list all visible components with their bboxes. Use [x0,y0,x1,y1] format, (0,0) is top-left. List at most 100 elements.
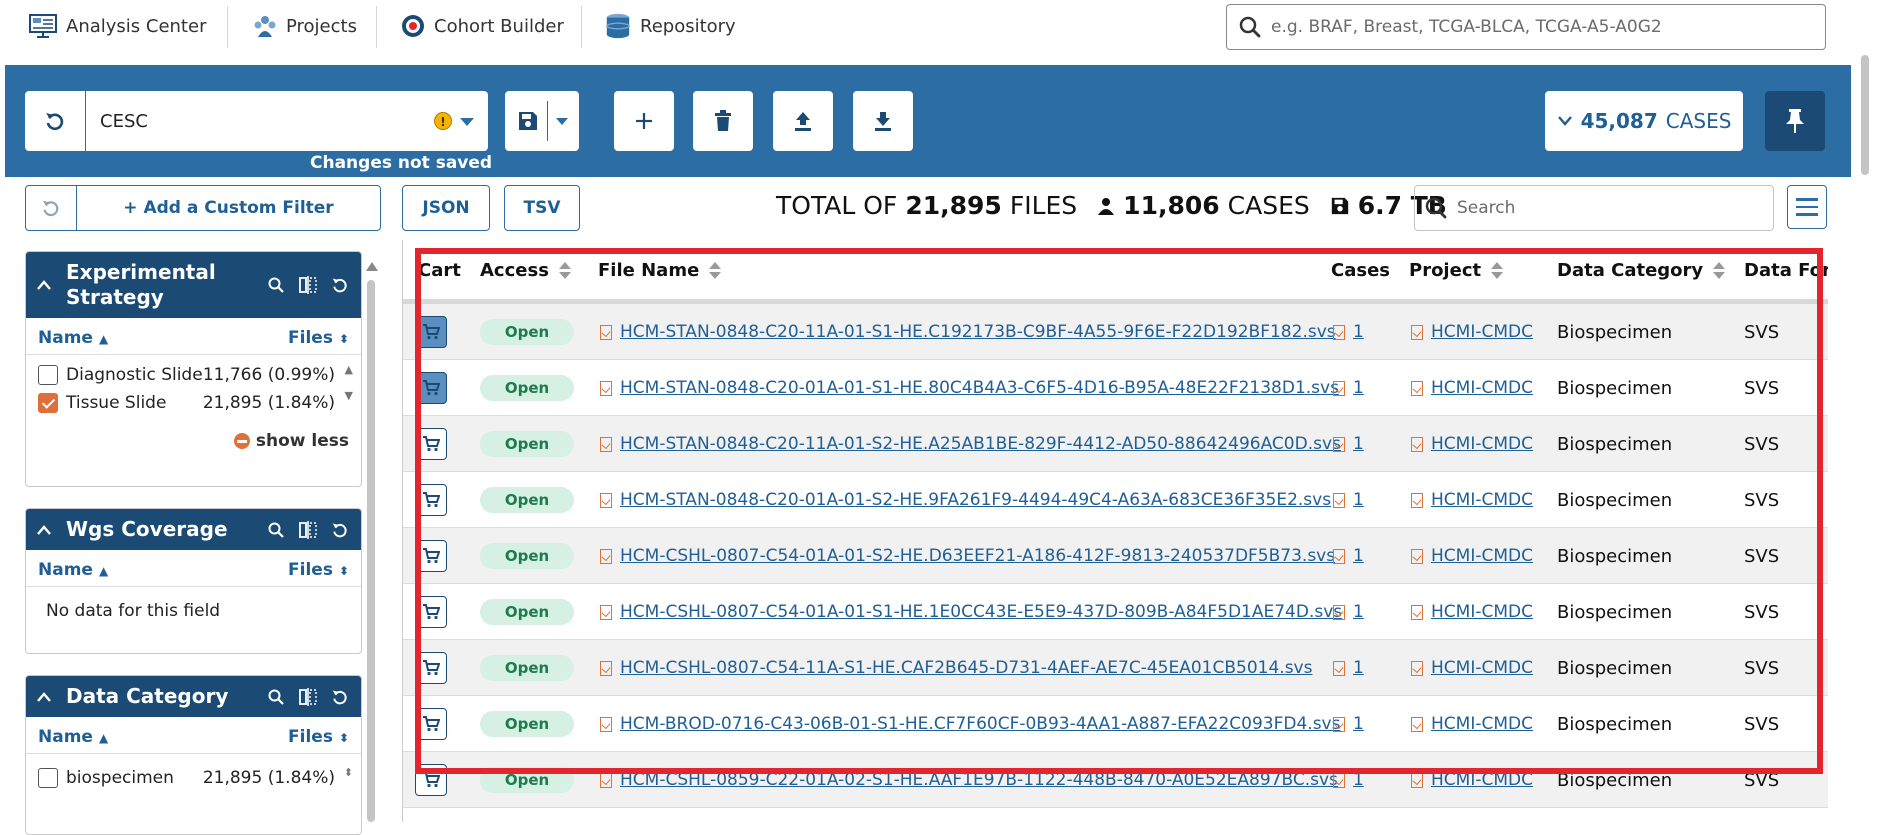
project-link[interactable]: HCMI-CMDC [1431,434,1533,454]
nav-analysis-center[interactable]: Analysis Center [28,10,206,42]
download-tsv-button[interactable]: TSV [504,185,580,231]
flip-icon[interactable] [297,686,319,708]
reset-icon[interactable] [329,274,351,296]
delete-cohort-button[interactable] [693,91,753,151]
save-cohort-button[interactable] [505,91,579,151]
files-column-header[interactable]: Files ⬍ [288,727,349,747]
cases-link[interactable]: 1 [1353,434,1364,454]
project-link[interactable]: HCMI-CMDC [1431,546,1533,566]
add-to-cart-button[interactable] [415,316,447,348]
file-name-link[interactable]: HCM-BROD-0716-C43-06B-01-S1-HE.CF7F60CF-… [620,714,1340,734]
cases-link[interactable]: 1 [1353,378,1364,398]
sort-icon[interactable] [1491,262,1504,279]
project-link[interactable]: HCMI-CMDC [1431,490,1533,510]
file-name-link[interactable]: HCM-CSHL-0807-C54-11A-S1-HE.CAF2B645-D73… [620,658,1312,678]
file-name-link[interactable]: HCM-CSHL-0807-C54-01A-01-S2-HE.D63EEF21-… [620,546,1335,566]
add-custom-filter-button[interactable]: + Add a Custom Filter [76,185,381,231]
name-column-header[interactable]: Name ▲ [38,328,108,348]
project-link[interactable]: HCMI-CMDC [1431,602,1533,622]
scroll-down-icon[interactable]: ▼ [345,389,353,402]
project-link[interactable]: HCMI-CMDC [1431,714,1533,734]
search-icon[interactable] [265,519,287,541]
discard-changes-button[interactable] [25,91,85,151]
cohort-cases-button[interactable]: 45,087 CASES [1545,91,1743,151]
scroll-icon[interactable]: ⬍ [344,766,353,779]
facet-header[interactable]: Data Category [26,676,361,717]
facet-value-row[interactable]: biospecimen 21,895 (1.84%) [26,764,361,792]
cases-link[interactable]: 1 [1353,770,1364,790]
th-data-category[interactable]: Data Category [1557,260,1726,281]
add-cohort-button[interactable] [614,91,674,151]
global-search[interactable] [1226,4,1826,50]
project-link[interactable]: HCMI-CMDC [1431,658,1533,678]
add-to-cart-button[interactable] [415,596,447,628]
checkbox[interactable] [38,768,58,788]
table-search[interactable] [1414,185,1774,231]
file-name-link[interactable]: HCM-STAN-0848-C20-01A-01-S2-HE.9FA261F9-… [620,490,1331,510]
facet-header[interactable]: Wgs Coverage [26,509,361,550]
cases-link[interactable]: 1 [1353,658,1364,678]
nav-cohort-builder[interactable]: Cohort Builder [400,10,564,42]
project-link[interactable]: HCMI-CMDC [1431,378,1533,398]
scroll-up-icon[interactable] [366,262,378,271]
project-link[interactable]: HCMI-CMDC [1431,770,1533,790]
download-json-button[interactable]: JSON [402,185,490,231]
file-name-link[interactable]: HCM-STAN-0848-C20-01A-01-S1-HE.80C4B4A3-… [620,378,1339,398]
column-menu-button[interactable] [1787,185,1827,229]
add-to-cart-button[interactable] [415,652,447,684]
search-icon[interactable] [265,686,287,708]
facet-header[interactable]: Experimental Strategy [26,252,361,318]
import-cohort-button[interactable] [773,91,833,151]
scrollbar-track[interactable] [367,280,375,822]
file-name-link[interactable]: HCM-STAN-0848-C20-11A-01-S1-HE.C192173B-… [620,322,1336,342]
cases-link[interactable]: 1 [1353,714,1364,734]
page-scrollbar[interactable] [1860,55,1870,822]
files-column-header[interactable]: Files ⬍ [288,328,349,348]
checkbox[interactable] [38,365,58,385]
nav-projects[interactable]: Projects [252,10,357,42]
scroll-up-icon[interactable]: ▲ [345,363,353,376]
chevron-up-icon[interactable] [36,279,52,291]
show-less-button[interactable]: show less [26,417,361,461]
pin-cohort-bar-button[interactable] [1765,91,1825,151]
cases-link[interactable]: 1 [1353,602,1364,622]
chevron-up-icon[interactable] [36,524,52,536]
add-to-cart-button[interactable] [415,484,447,516]
file-name-link[interactable]: HCM-STAN-0848-C20-11A-01-S2-HE.A25AB1BE-… [620,434,1341,454]
sort-icon[interactable] [558,262,571,279]
add-to-cart-button[interactable] [415,372,447,404]
scrollbar-thumb[interactable] [1861,55,1869,175]
facet-value-row[interactable]: Diagnostic Slide 11,766 (0.99%) [26,361,361,389]
chevron-up-icon[interactable] [36,691,52,703]
th-data-format[interactable]: Data For [1744,260,1828,281]
cases-link[interactable]: 1 [1353,490,1364,510]
checkbox-checked[interactable] [38,393,58,413]
export-cohort-button[interactable] [853,91,913,151]
reset-icon[interactable] [329,686,351,708]
sort-icon[interactable] [709,262,722,279]
files-column-header[interactable]: Files ⬍ [288,560,349,580]
global-search-input[interactable] [1271,17,1811,37]
add-to-cart-button[interactable] [415,764,447,796]
table-search-input[interactable] [1457,198,1757,218]
th-file-name[interactable]: File Name [598,260,722,281]
nav-repository[interactable]: Repository [604,10,736,42]
search-icon[interactable] [265,274,287,296]
add-to-cart-button[interactable] [415,540,447,572]
name-column-header[interactable]: Name ▲ [38,560,108,580]
reset-filters-button[interactable] [25,185,77,231]
facet-value-row[interactable]: Tissue Slide 21,895 (1.84%) [26,389,361,417]
sort-icon[interactable] [1713,262,1726,279]
reset-icon[interactable] [329,519,351,541]
th-access[interactable]: Access [480,260,571,281]
cases-link[interactable]: 1 [1353,322,1364,342]
th-project[interactable]: Project [1409,260,1504,281]
chevron-down-icon[interactable] [555,117,568,125]
add-to-cart-button[interactable] [415,428,447,460]
filter-panel-scrollbar[interactable] [363,258,379,822]
flip-icon[interactable] [297,274,319,296]
flip-icon[interactable] [297,519,319,541]
add-to-cart-button[interactable] [415,708,447,740]
file-name-link[interactable]: HCM-CSHL-0807-C54-01A-01-S1-HE.1E0CC43E-… [620,602,1342,622]
name-column-header[interactable]: Name ▲ [38,727,108,747]
